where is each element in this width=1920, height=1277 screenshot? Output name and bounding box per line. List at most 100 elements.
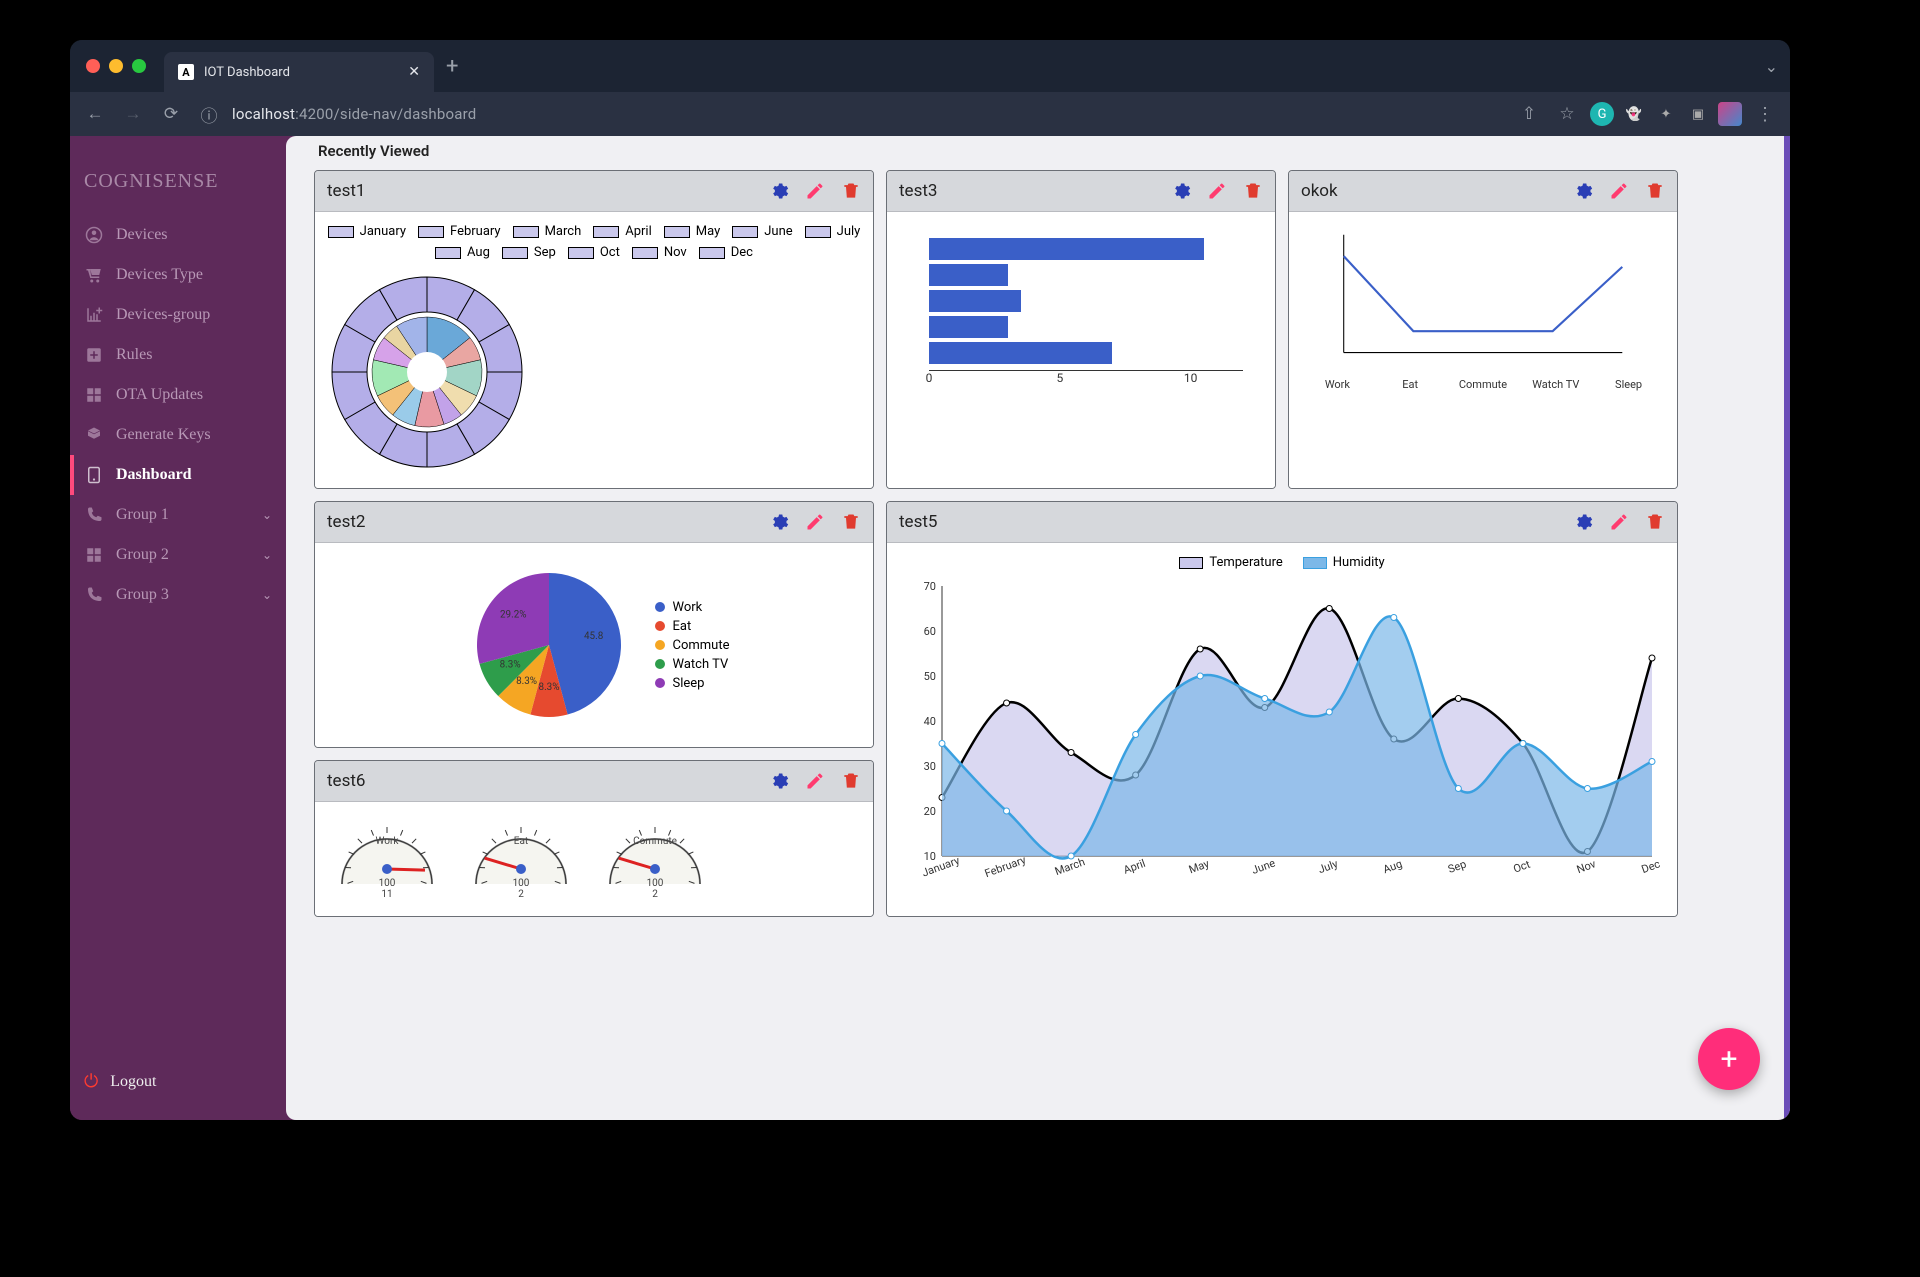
edit-icon[interactable] [805, 181, 825, 201]
svg-text:30: 30 [924, 760, 936, 773]
legend-item: Temperature [1179, 555, 1282, 570]
edit-icon[interactable] [805, 771, 825, 791]
share-icon[interactable]: ⇧ [1514, 99, 1544, 129]
settings-icon[interactable] [1573, 512, 1593, 532]
sidebar: COGNISENSE DevicesDevices TypeDevices-gr… [70, 136, 286, 1120]
legend-item: Work [655, 600, 730, 615]
gauge-row: Work 10011 Eat 1002 Commute 1002 [327, 814, 861, 904]
sidebar-item-group-2[interactable]: Group 2⌄ [70, 535, 286, 575]
edit-icon[interactable] [1207, 181, 1227, 201]
nav-forward-button[interactable]: → [118, 99, 148, 129]
gauge-work: Work 10011 [327, 814, 447, 904]
sidepanel-icon[interactable]: ▣ [1686, 102, 1710, 126]
browser-window: A IOT Dashboard ✕ + ⌄ ← → ⟳ ⓘ localhost:… [70, 40, 1790, 1120]
svg-text:June: June [1250, 856, 1277, 876]
page-content: COGNISENSE DevicesDevices TypeDevices-gr… [70, 136, 1790, 1120]
sidebar-item-devices-group[interactable]: Devices-group [70, 295, 286, 335]
settings-icon[interactable] [769, 512, 789, 532]
svg-text:Nov: Nov [1575, 857, 1598, 876]
close-window-button[interactable] [86, 59, 100, 73]
svg-text:February: February [983, 853, 1028, 880]
tab-title: IOT Dashboard [204, 65, 290, 80]
widget-title: test6 [327, 771, 365, 791]
browser-tab[interactable]: A IOT Dashboard ✕ [164, 52, 434, 92]
logout-button[interactable]: ⏻ Logout [70, 1053, 286, 1120]
legend-item: Humidity [1303, 555, 1385, 570]
sidebar-item-devices-type[interactable]: Devices Type [70, 255, 286, 295]
tabs-menu-icon[interactable]: ⌄ [1765, 57, 1778, 76]
sidebar-item-devices[interactable]: Devices [70, 215, 286, 255]
bar [929, 316, 1243, 338]
sidebar-item-dashboard[interactable]: Dashboard [70, 455, 286, 495]
bookmark-icon[interactable]: ☆ [1552, 99, 1582, 129]
bar [929, 238, 1243, 260]
legend-item: Eat [655, 619, 730, 634]
right-accent-bar [1784, 136, 1790, 1120]
chart-legend: Temperature Humidity [899, 555, 1665, 570]
delete-icon[interactable] [1243, 181, 1263, 201]
svg-text:70: 70 [924, 580, 936, 593]
chevron-down-icon: ⌄ [262, 548, 272, 563]
axis-label: Sleep [1592, 378, 1665, 391]
settings-icon[interactable] [769, 771, 789, 791]
sidebar-item-ota-updates[interactable]: OTA Updates [70, 375, 286, 415]
edit-icon[interactable] [1609, 512, 1629, 532]
legend-item: June [732, 224, 792, 239]
svg-text:Oct: Oct [1512, 858, 1533, 876]
delete-icon[interactable] [841, 771, 861, 791]
close-tab-icon[interactable]: ✕ [408, 64, 420, 80]
delete-icon[interactable] [1645, 181, 1665, 201]
sidebar-item-label: Generate Keys [116, 426, 211, 444]
widget-header: test2 [315, 502, 873, 543]
settings-icon[interactable] [769, 181, 789, 201]
nav-back-button[interactable]: ← [80, 99, 110, 129]
url-display[interactable]: localhost:4200/side-nav/dashboard [232, 105, 476, 123]
tab-favicon: A [178, 64, 194, 80]
horizontal-bar-chart: 0510 [899, 224, 1263, 388]
browser-menu-icon[interactable]: ⋮ [1750, 104, 1780, 125]
svg-text:8.3%: 8.3% [538, 682, 559, 693]
svg-text:10: 10 [924, 850, 936, 863]
sidebar-item-generate-keys[interactable]: Generate Keys [70, 415, 286, 455]
delete-icon[interactable] [841, 512, 861, 532]
profile-avatar[interactable] [1718, 102, 1742, 126]
sidebar-item-group-3[interactable]: Group 3⌄ [70, 575, 286, 615]
gauge-eat: Eat 1002 [461, 814, 581, 904]
widget-body: Work 10011 Eat 1002 Commute 1002 [315, 802, 873, 916]
widget-title: test3 [899, 181, 937, 201]
edit-icon[interactable] [805, 512, 825, 532]
sidebar-item-label: Group 1 [116, 506, 169, 524]
widget-test2: test2 45.88.3%8.3%8.3%29.2% WorkEatCommu… [314, 501, 874, 748]
sidebar-item-rules[interactable]: Rules [70, 335, 286, 375]
nav-reload-button[interactable]: ⟳ [156, 99, 186, 129]
maximize-window-button[interactable] [132, 59, 146, 73]
chart-add-icon [84, 305, 104, 325]
widget-title: test2 [327, 512, 365, 532]
site-info-icon[interactable]: ⓘ [194, 99, 224, 129]
legend-item: Dec [699, 245, 753, 260]
edit-icon[interactable] [1609, 181, 1629, 201]
power-icon: ⏻ [84, 1071, 98, 1092]
chevron-down-icon: ⌄ [262, 508, 272, 523]
sidebar-item-label: OTA Updates [116, 386, 203, 404]
svg-text:8.3%: 8.3% [499, 660, 520, 671]
extension-icon[interactable]: 👻 [1622, 102, 1646, 126]
key-icon [84, 425, 104, 445]
url-path: /side-nav/dashboard [334, 105, 477, 123]
legend-item: July [805, 224, 861, 239]
extensions-menu-icon[interactable]: ✦ [1654, 102, 1678, 126]
svg-text:Aug: Aug [1381, 857, 1404, 876]
settings-icon[interactable] [1171, 181, 1191, 201]
sidebar-item-group-1[interactable]: Group 1 ⌄ [70, 495, 286, 535]
add-widget-fab[interactable]: + [1698, 1028, 1760, 1090]
extension-grammarly-icon[interactable]: G [1590, 102, 1614, 126]
legend-item: Commute [655, 638, 730, 653]
sidebar-item-label: Group 3 [116, 586, 169, 604]
minimize-window-button[interactable] [109, 59, 123, 73]
delete-icon[interactable] [1645, 512, 1665, 532]
delete-icon[interactable] [841, 181, 861, 201]
settings-icon[interactable] [1573, 181, 1593, 201]
url-port: :4200 [295, 105, 333, 123]
new-tab-button[interactable]: + [446, 54, 458, 79]
widget-test6: test6 Work 10011 [314, 760, 874, 917]
